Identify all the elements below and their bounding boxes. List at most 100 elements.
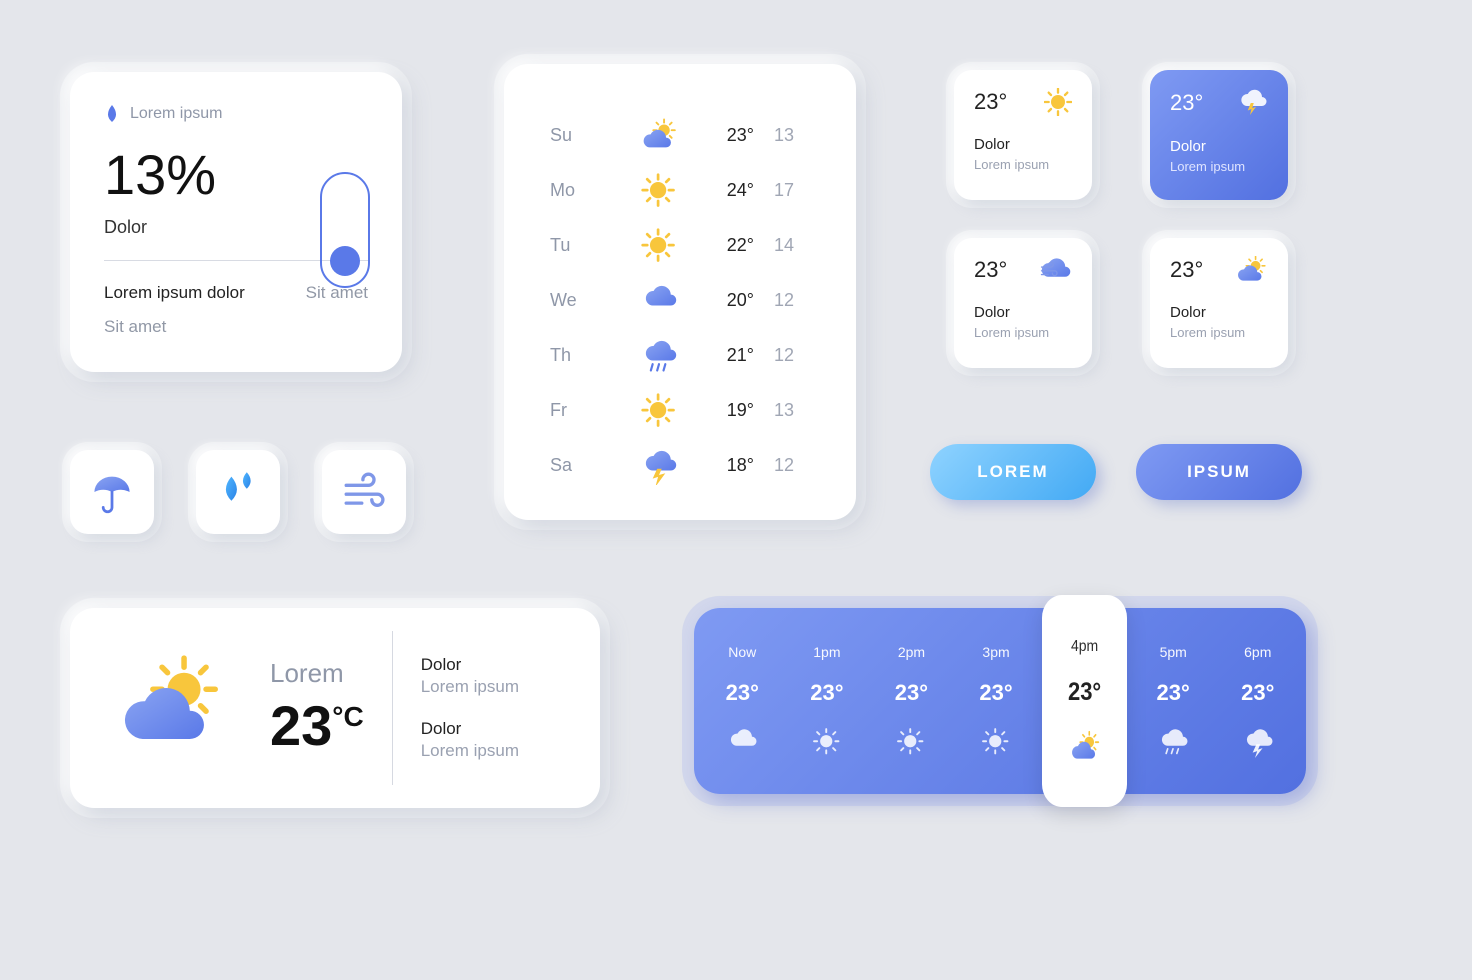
hourly-time: Now	[728, 644, 756, 660]
weekly-low: 13	[754, 400, 794, 421]
hourly-column[interactable]: 6pm23°	[1215, 608, 1300, 794]
hourly-forecast: Now23°1pm23°2pm23°3pm23°4pm23°5pm23°6pm2…	[694, 608, 1306, 794]
umbrella-button[interactable]	[70, 450, 154, 534]
weekly-day: Sa	[550, 455, 614, 476]
weekly-row[interactable]: Mo24°17	[550, 163, 810, 218]
humidity-card: Lorem ipsum 13% Dolor Lorem ipsum dolor …	[70, 72, 402, 372]
weekly-day: Tu	[550, 235, 614, 256]
weekly-high: 18°	[704, 455, 754, 476]
storm-w-icon	[1241, 726, 1275, 758]
weekly-day: Su	[550, 125, 614, 146]
mini-title: Dolor	[974, 304, 1072, 321]
hourly-temp: 23°	[895, 680, 928, 706]
mini-card-2[interactable]: 23° Dolor Lorem ipsum	[954, 238, 1092, 368]
cloud-icon	[614, 282, 704, 320]
mini-card-0[interactable]: 23° Dolor Lorem ipsum	[954, 70, 1092, 200]
mini-sub: Lorem ipsum	[1170, 159, 1268, 174]
sun-w-icon	[979, 726, 1013, 758]
weekly-low: 12	[754, 290, 794, 311]
weekly-row[interactable]: Sa 18°12	[550, 438, 810, 493]
humidity-label: Lorem ipsum	[130, 105, 222, 123]
weekly-row[interactable]: Su 23°13	[550, 108, 810, 163]
lorem-button[interactable]: LOREM	[930, 444, 1096, 500]
sun-w-icon	[894, 726, 928, 758]
hourly-column[interactable]: 1pm 23°	[785, 608, 870, 794]
cloud-w-icon	[725, 726, 759, 758]
weekly-forecast-card: Su23°13Mo24°17Tu22°14We20°12Th21°12Fr19°…	[504, 64, 856, 520]
weekly-row[interactable]: Fr 19°13	[550, 383, 810, 438]
side-heading: Dolor	[421, 655, 519, 675]
hourly-temp: 23°	[726, 680, 759, 706]
wind-icon	[339, 472, 389, 512]
hourly-time: 3pm	[982, 644, 1009, 660]
weekly-day: Fr	[550, 400, 614, 421]
current-weather-card: Lorem 23°C Dolor Lorem ipsum Dolor Lorem…	[70, 608, 600, 808]
wind-button[interactable]	[322, 450, 406, 534]
hourly-temp: 23°	[1068, 677, 1101, 707]
humidity-detail-2: Sit amet	[104, 317, 368, 337]
current-location: Lorem	[270, 658, 364, 689]
drops-icon	[216, 470, 260, 514]
weekly-rows: Su23°13Mo24°17Tu22°14We20°12Th21°12Fr19°…	[550, 108, 810, 493]
weekly-low: 13	[754, 125, 794, 146]
side-heading: Dolor	[421, 719, 519, 739]
hourly-column[interactable]: 3pm 23°	[954, 608, 1039, 794]
hourly-column[interactable]: 2pm23°	[869, 608, 954, 794]
sun-icon	[1044, 88, 1072, 116]
weekly-high: 19°	[704, 400, 754, 421]
partly-icon	[1068, 730, 1102, 766]
hourly-time: 1pm	[813, 644, 840, 660]
mini-temp: 23°	[1170, 90, 1203, 116]
rain-icon	[614, 337, 704, 375]
drop-icon	[104, 104, 120, 124]
mini-temp: 23°	[974, 89, 1007, 115]
weekly-row[interactable]: Tu 22°14	[550, 218, 810, 273]
mini-sub: Lorem ipsum	[974, 325, 1072, 340]
humidity-detail-left: Lorem ipsum dolor	[104, 283, 245, 303]
umbrella-icon	[90, 470, 134, 514]
hourly-time: 6pm	[1244, 644, 1271, 660]
mini-title: Dolor	[1170, 138, 1268, 155]
drops-button[interactable]	[196, 450, 280, 534]
hourly-temp: 23°	[1157, 680, 1190, 706]
hourly-temp: 23°	[810, 680, 843, 706]
hourly-time: 4pm	[1071, 636, 1098, 654]
hourly-column[interactable]: 5pm 23°	[1131, 608, 1216, 794]
mini-card-1[interactable]: 23° Dolor Lorem ipsum	[1150, 70, 1288, 200]
weekly-low: 17	[754, 180, 794, 201]
side-sub: Lorem ipsum	[421, 677, 519, 697]
hourly-column[interactable]: 4pm 23°	[1042, 595, 1127, 807]
partly-cloudy-icon	[1236, 256, 1268, 284]
mini-title: Dolor	[974, 136, 1072, 153]
weekly-low: 12	[754, 455, 794, 476]
storm-icon	[614, 447, 704, 485]
sun-icon	[614, 392, 704, 430]
weekly-high: 23°	[704, 125, 754, 146]
ipsum-button[interactable]: IPSUM	[1136, 444, 1302, 500]
mini-sub: Lorem ipsum	[1170, 325, 1268, 340]
side-sub: Lorem ipsum	[421, 741, 519, 761]
partly-icon	[614, 117, 704, 155]
storm-icon	[1238, 88, 1268, 118]
mini-sub: Lorem ipsum	[974, 157, 1072, 172]
current-unit: °C	[332, 701, 363, 732]
weekly-low: 14	[754, 235, 794, 256]
sun-w-icon	[810, 726, 844, 758]
mini-temp: 23°	[974, 257, 1007, 283]
weekly-day: Th	[550, 345, 614, 366]
weekly-day: Mo	[550, 180, 614, 201]
partly-cloudy-icon	[102, 651, 242, 766]
weekly-row[interactable]: Th21°12	[550, 328, 810, 383]
hourly-column[interactable]: Now 23°	[700, 608, 785, 794]
rain-w-icon	[1156, 726, 1190, 758]
mini-title: Dolor	[1170, 304, 1268, 321]
weekly-high: 20°	[704, 290, 754, 311]
weekly-high: 22°	[704, 235, 754, 256]
humidity-toggle[interactable]	[320, 172, 370, 288]
hourly-time: 5pm	[1160, 644, 1187, 660]
mini-card-3[interactable]: 23° Dolor Lorem ipsum	[1150, 238, 1288, 368]
current-temp: 23	[270, 694, 332, 757]
mini-temp: 23°	[1170, 257, 1203, 283]
weekly-row[interactable]: We20°12	[550, 273, 810, 328]
hourly-temp: 23°	[979, 680, 1012, 706]
